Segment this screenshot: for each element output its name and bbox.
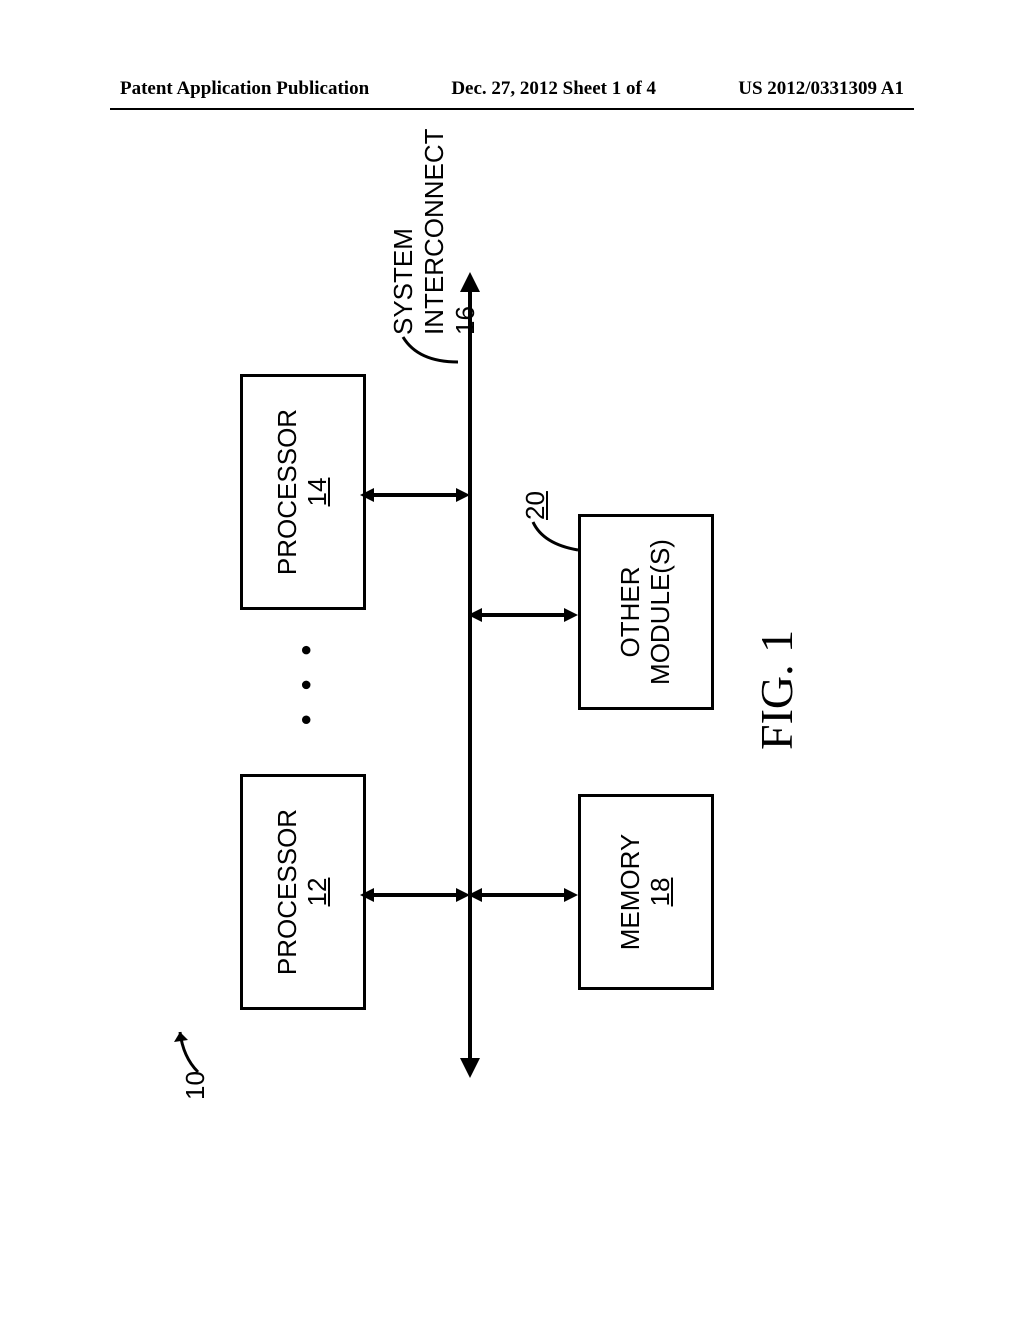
- conn-other: [468, 605, 580, 625]
- other-ref-hook: [528, 512, 588, 552]
- ellipsis: • • •: [290, 637, 324, 725]
- interconnect-label: SYSTEM INTERCONNECT 16: [388, 129, 481, 335]
- interconnect-hook: [403, 327, 463, 367]
- diagram-canvas: 10 PROCESSOR 12 • • • PROCESSOR 14: [190, 220, 810, 1120]
- system-interconnect-line: [468, 290, 472, 1060]
- memory-box: MEMORY 18: [578, 794, 714, 990]
- header-rule: [110, 108, 914, 110]
- header-right: US 2012/0331309 A1: [738, 78, 904, 100]
- interconnect-arrow-left: [460, 1058, 480, 1078]
- conn-proc12: [360, 885, 472, 905]
- processor-14-box: PROCESSOR 14: [240, 374, 366, 610]
- other-line1: OTHER: [616, 567, 646, 658]
- other-ref-label: 20: [520, 491, 551, 520]
- conn-proc14: [360, 485, 472, 505]
- other-line2: MODULE(S): [646, 539, 676, 685]
- processor-12-box: PROCESSOR 12: [240, 774, 366, 1010]
- system-ref-label: 10: [180, 1071, 211, 1100]
- system-ref-arrow: [178, 1012, 218, 1072]
- header-center: Dec. 27, 2012 Sheet 1 of 4: [451, 78, 656, 100]
- other-modules-box: OTHER MODULE(S): [578, 514, 714, 710]
- figure-area: 10 PROCESSOR 12 • • • PROCESSOR 14: [150, 180, 850, 1160]
- processor-12-ref: 12: [303, 878, 333, 907]
- memory-ref: 18: [646, 878, 676, 907]
- processor-14-title: PROCESSOR: [273, 409, 303, 575]
- memory-title: MEMORY: [616, 834, 646, 951]
- figure-label: FIG. 1: [750, 630, 803, 750]
- header-left: Patent Application Publication: [120, 78, 369, 100]
- processor-12-title: PROCESSOR: [273, 809, 303, 975]
- page-header: Patent Application Publication Dec. 27, …: [0, 78, 1024, 100]
- processor-14-ref: 14: [303, 478, 333, 507]
- conn-memory: [468, 885, 580, 905]
